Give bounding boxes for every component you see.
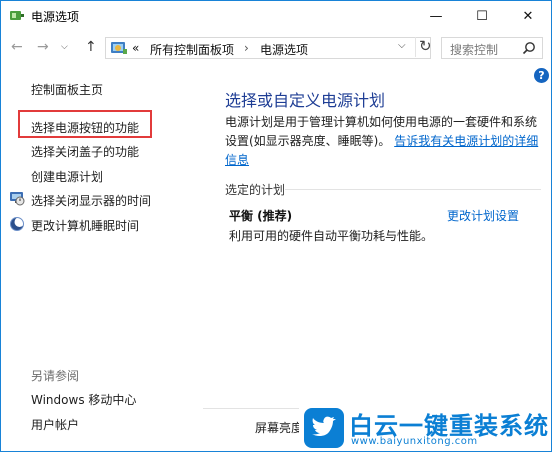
- search-icon[interactable]: [522, 41, 536, 55]
- user-accounts-link[interactable]: 用户帐户: [31, 416, 79, 433]
- navigation-bar: ← → ⌵ ↑ « 所有控制面板项 › 电源选项 ⌵ ↻ 搜索控制: [1, 31, 551, 65]
- back-button[interactable]: ←: [11, 39, 23, 55]
- screen-brightness-label: 屏幕亮度: [255, 421, 304, 435]
- address-bar[interactable]: « 所有控制面板项 › 电源选项 ⌵ ↻: [105, 37, 432, 59]
- close-button[interactable]: ✕: [505, 1, 551, 31]
- selected-plan-label: 选定的计划: [225, 183, 286, 197]
- power-options-icon: [10, 11, 24, 20]
- section-divider: [285, 189, 541, 190]
- control-panel-home-link[interactable]: 控制面板主页: [31, 81, 103, 98]
- breadcrumb-all-items[interactable]: 所有控制面板项: [150, 41, 234, 58]
- search-box[interactable]: 搜索控制: [441, 37, 543, 59]
- twitter-bird-logo-icon: [304, 408, 344, 448]
- help-icon[interactable]: ?: [534, 68, 549, 83]
- plan-name: 平衡 (推荐): [229, 209, 293, 223]
- maximize-button[interactable]: ☐: [459, 1, 505, 31]
- display-off-time-link[interactable]: 选择关闭显示器的时间: [31, 192, 151, 209]
- sleep-moon-icon: [10, 217, 25, 231]
- refresh-icon[interactable]: ↻: [415, 37, 432, 57]
- plan-description: 利用可用的硬件自动平衡功耗与性能。: [229, 229, 434, 243]
- window: 电源选项 — ☐ ✕ ← → ⌵ ↑ « 所有控制面板项 › 电源选项 ⌵ ↻ …: [0, 0, 552, 452]
- address-dropdown-icon[interactable]: ⌵: [398, 40, 406, 51]
- breadcrumb-power-options[interactable]: 电源选项: [260, 41, 308, 58]
- recent-locations-button[interactable]: ⌵: [61, 42, 68, 52]
- mobility-center-link[interactable]: Windows 移动中心: [31, 391, 136, 408]
- minimize-button[interactable]: —: [413, 1, 459, 31]
- search-placeholder: 搜索控制: [450, 43, 499, 57]
- title-bar: 电源选项 — ☐ ✕: [1, 1, 551, 31]
- breadcrumb-overflow[interactable]: «: [132, 41, 139, 55]
- change-plan-settings-link[interactable]: 更改计划设置: [447, 207, 519, 224]
- see-also-label: 另请参阅: [31, 369, 80, 383]
- up-button[interactable]: ↑: [85, 39, 97, 55]
- display-off-icon: [10, 192, 25, 206]
- watermark: 白云一键重装系统 www.baiyunxitong.com: [299, 404, 551, 451]
- watermark-url: www.baiyunxitong.com: [351, 436, 478, 447]
- page-heading: 选择或自定义电源计划: [225, 91, 386, 110]
- highlight-box: [18, 110, 152, 138]
- breadcrumb-arrow-icon[interactable]: ›: [244, 41, 249, 55]
- create-power-plan-link[interactable]: 创建电源计划: [31, 168, 103, 185]
- control-panel-icon: [111, 42, 127, 54]
- sleep-time-link[interactable]: 更改计算机睡眠时间: [31, 217, 139, 234]
- page-description: 电源计划是用于管理计算机如何使用电源的一套硬件和系统设置(如显示器亮度、睡眠等)…: [225, 113, 540, 170]
- lid-close-function-link[interactable]: 选择关闭盖子的功能: [31, 143, 139, 160]
- window-title: 电源选项: [31, 10, 80, 24]
- forward-button[interactable]: →: [37, 39, 49, 55]
